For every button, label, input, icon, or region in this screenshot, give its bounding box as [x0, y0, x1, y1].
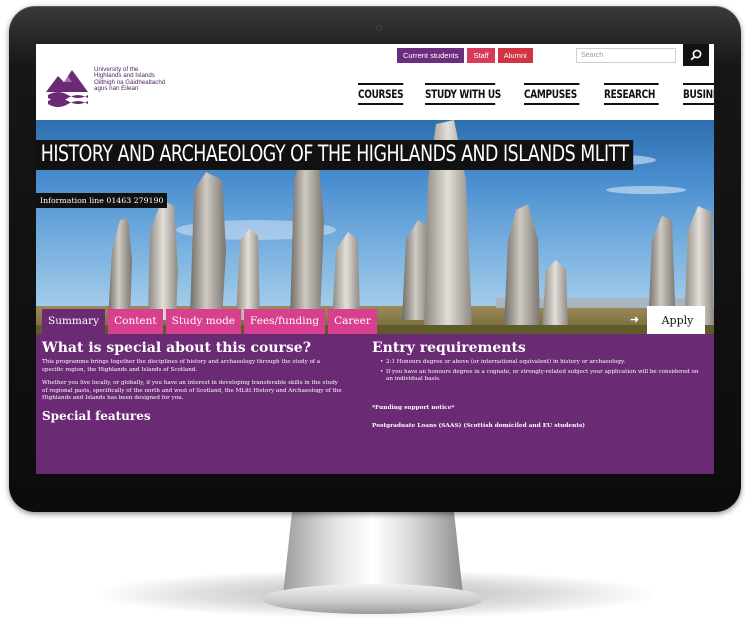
- funding-notice: *Funding support notice*: [372, 404, 455, 411]
- tab-content[interactable]: Content: [108, 309, 163, 334]
- tab-summary[interactable]: Summary: [42, 309, 106, 334]
- special-features-heading: Special features: [42, 408, 151, 423]
- postgraduate-loans-line: Postgraduate Loans (SAAS) (Scottish domi…: [372, 422, 586, 429]
- information-line[interactable]: Information line 01463 279190: [36, 193, 168, 208]
- university-name[interactable]: University of the Highlands and Islands …: [94, 66, 204, 93]
- summary-column: What is special about this course? This …: [42, 340, 342, 423]
- monitor-base: [262, 584, 484, 614]
- nav-campuses[interactable]: CAMPUSES: [524, 83, 580, 105]
- current-students-link[interactable]: Current students: [397, 48, 465, 63]
- list-item: 2:1 Honours degree or above (or internat…: [380, 359, 702, 367]
- hero-banner: HISTORY AND ARCHAEOLOGY OF THE HIGHLANDS…: [36, 120, 714, 336]
- site-header: University of the Highlands and Islands …: [36, 44, 714, 120]
- alumni-link[interactable]: Alumni: [497, 48, 533, 63]
- course-title: HISTORY AND ARCHAEOLOGY OF THE HIGHLANDS…: [36, 140, 634, 170]
- entry-requirements-column: Entry requirements 2:1 Honours degree or…: [372, 340, 702, 430]
- browser-screen: University of the Highlands and Islands …: [36, 44, 714, 474]
- nav-study-with-us[interactable]: STUDY WITH US: [425, 83, 501, 105]
- main-navigation: COURSES STUDY WITH US CAMPUSES RESEARCH …: [358, 83, 714, 105]
- university-logo-icon[interactable]: [44, 62, 90, 108]
- arrow-right-icon: ➜: [630, 313, 640, 326]
- university-name-line: agus nan Eilean: [94, 85, 139, 93]
- search-input[interactable]: Search: [576, 48, 676, 63]
- nav-research[interactable]: RESEARCH: [604, 83, 659, 105]
- webcam-icon: [376, 25, 382, 31]
- summary-heading: What is special about this course?: [42, 340, 311, 356]
- tab-fees-funding[interactable]: Fees/funding: [244, 309, 326, 334]
- tab-career[interactable]: Career: [328, 309, 377, 334]
- search-button[interactable]: [683, 44, 709, 66]
- entry-requirements-list: 2:1 Honours degree or above (or internat…: [380, 359, 702, 384]
- apply-button[interactable]: Apply: [647, 306, 705, 334]
- light-sensor: [426, 27, 429, 30]
- summary-paragraph: Whether you live locally, or globally, i…: [42, 380, 342, 402]
- staff-link[interactable]: Staff: [467, 48, 495, 63]
- summary-paragraph: This programme brings together the disci…: [42, 359, 321, 373]
- list-item: If you have an honours degree in a cogna…: [380, 369, 702, 384]
- audience-links: Current students Staff Alumni: [397, 48, 533, 63]
- entry-requirements-heading: Entry requirements: [372, 340, 526, 356]
- summary-panel: What is special about this course? This …: [36, 334, 714, 474]
- tab-study-mode[interactable]: Study mode: [165, 309, 242, 334]
- nav-business[interactable]: BUSINESS: [683, 83, 714, 105]
- course-tabs: Summary Content Study mode Fees/funding …: [42, 309, 377, 334]
- search-icon: [690, 49, 702, 61]
- nav-courses[interactable]: COURSES: [358, 83, 404, 105]
